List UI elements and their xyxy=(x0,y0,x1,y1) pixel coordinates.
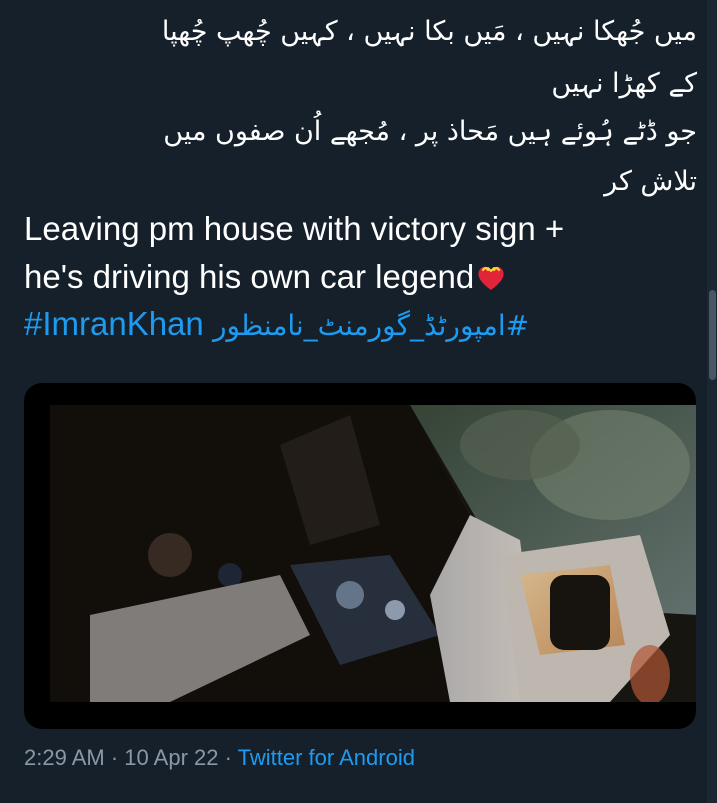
hashtag-link[interactable]: #ImranKhan xyxy=(24,305,204,342)
tweet-source-link[interactable]: Twitter for Android xyxy=(238,745,415,770)
tweet-time[interactable]: 2:29 AM xyxy=(24,745,105,770)
tweet: میں جُھکا نہیں ، مَیں بکا نہیں ، کہیں چُ… xyxy=(0,0,717,803)
scrollbar[interactable] xyxy=(707,0,717,803)
tweet-text-line-with-emoji: he's driving his own car legend xyxy=(24,257,506,297)
poem-line: جو ڈٹے ہُوئے ہیں مَحاذ پر ، مُجھے اُن صف… xyxy=(163,116,697,147)
separator: · xyxy=(110,745,119,770)
heart-with-ribbon-icon xyxy=(476,261,506,290)
tweet-date[interactable]: 10 Apr 22 xyxy=(124,745,218,770)
tweet-metadata: 2:29 AM · 10 Apr 22 · Twitter for Androi… xyxy=(24,740,415,776)
hashtags: #ImranKhan #امپورٹڈ_گورمنٹ_نامنظور xyxy=(24,304,529,346)
video-still xyxy=(50,405,696,702)
video-frame[interactable] xyxy=(50,405,696,702)
tweet-text-line: Leaving pm house with victory sign + xyxy=(24,210,565,247)
separator: · xyxy=(224,745,232,770)
video-media[interactable] xyxy=(24,383,696,729)
poem-line: کے کھڑا نہیں xyxy=(551,68,697,99)
poem-line: میں جُھکا نہیں ، مَیں بکا نہیں ، کہیں چُ… xyxy=(161,16,697,47)
tweet-text-line: he's driving his own car legend xyxy=(24,258,475,295)
scrollbar-thumb[interactable] xyxy=(709,290,716,380)
hashtag-link[interactable]: #امپورٹڈ_گورمنٹ_نامنظور xyxy=(213,309,529,342)
poem-line: تلاش کر xyxy=(604,166,697,197)
